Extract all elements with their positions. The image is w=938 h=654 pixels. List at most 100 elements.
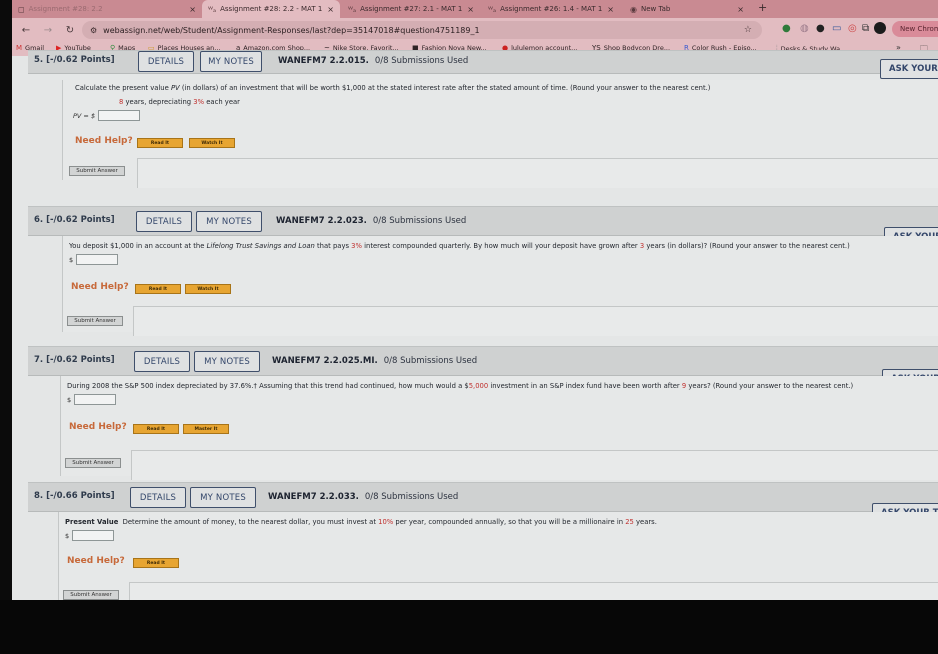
extensions-puzzle-icon[interactable]: ⧉ (862, 23, 869, 34)
submissions-used: 0/8 Submissions Used (364, 492, 459, 502)
forward-button[interactable]: → (40, 25, 56, 36)
question-text: During 2008 the S&P 500 index depreciate… (67, 382, 854, 390)
reload-button[interactable]: ↻ (62, 25, 78, 36)
tab-assignment-28-dim[interactable]: ◻ Assignment #28: 2.2 × (12, 0, 202, 18)
question-code: WANEFM7 2.2.023. 0/8 Submissions Used (276, 216, 467, 226)
details-button[interactable]: DETAILS (130, 487, 186, 508)
question-header: 7. [-/0.62 Points] DETAILS MY NOTES WANE… (28, 346, 938, 389)
question-body: During 2008 the S&P 500 index depreciate… (60, 376, 938, 480)
close-tab-icon[interactable]: × (327, 5, 334, 14)
tab-strip: ◻ Assignment #28: 2.2 × ᵂₐ Assignment #2… (12, 0, 938, 18)
extension-icon[interactable]: ◎ (848, 23, 857, 34)
question-text: You deposit $1,000 in an account at the … (69, 242, 850, 250)
question-body: Calculate the present value PV (in dolla… (62, 80, 938, 188)
question-points: 6. [-/0.62 Points] (34, 215, 115, 225)
grammarly-extension-icon[interactable]: ● (782, 23, 791, 34)
question-points: 5. [-/0.62 Points] (34, 55, 115, 65)
answer-label: PV = $ (73, 111, 96, 120)
back-button[interactable]: ← (18, 25, 34, 36)
details-button[interactable]: DETAILS (136, 211, 192, 232)
submit-answer-button[interactable]: Submit Answer (65, 458, 121, 468)
close-tab-icon[interactable]: × (737, 5, 744, 14)
site-settings-icon[interactable]: ⚙ (90, 26, 97, 35)
tab-label: Assignment #28: 2.2 (28, 5, 103, 13)
my-notes-button[interactable]: MY NOTES (194, 351, 260, 372)
watch-it-button[interactable]: Watch It (185, 284, 231, 294)
growth-answer-input[interactable] (76, 254, 119, 265)
question-code: WANEFM7 2.2.015. 0/8 Submissions Used (278, 56, 469, 66)
close-tab-icon[interactable]: × (467, 5, 474, 14)
my-notes-button[interactable]: MY NOTES (200, 51, 262, 72)
question-header: 5. [-/0.62 Points] DETAILS MY NOTES WANE… (28, 50, 938, 79)
close-tab-icon[interactable]: × (189, 5, 196, 14)
answer-row: $ (69, 254, 119, 265)
toolbar: ← → ↻ ⚙ webassign.net/web/Student/Assign… (12, 18, 938, 42)
watch-it-button[interactable]: Watch It (189, 138, 235, 148)
submit-answer-button[interactable]: Submit Answer (63, 590, 119, 600)
answer-row: $ (65, 530, 115, 541)
dollar-sign: $ (67, 395, 72, 404)
question-header: 8. [-/0.66 Points] DETAILS MY NOTES WANE… (28, 482, 938, 523)
read-it-button[interactable]: Read It (133, 558, 179, 568)
monitor-bezel-left (0, 0, 12, 654)
my-notes-button[interactable]: MY NOTES (190, 487, 256, 508)
tab-assignment-26[interactable]: ᵂₐ Assignment #26: 1.4 - MAT 1 × (482, 0, 620, 18)
submission-area (133, 306, 938, 336)
address-bar[interactable]: ⚙ webassign.net/web/Student/Assignment-R… (82, 21, 762, 39)
read-it-button[interactable]: Read It (133, 424, 179, 434)
bookmark-star-icon[interactable]: ☆ (744, 25, 752, 35)
submission-area (131, 450, 938, 480)
submission-area (137, 158, 938, 188)
question-text: Calculate the present value PV (in dolla… (75, 84, 711, 92)
answer-row: PV = $ (73, 110, 141, 121)
details-button[interactable]: DETAILS (138, 51, 194, 72)
question-points: 8. [-/0.66 Points] (34, 491, 115, 501)
webassign-icon: ᵂₐ (488, 4, 497, 14)
assignment-content: 5. [-/0.62 Points] DETAILS MY NOTES WANE… (12, 50, 938, 600)
details-button[interactable]: DETAILS (134, 351, 190, 372)
extension-icon[interactable]: ● (816, 23, 825, 34)
new-tab-button[interactable]: + (758, 1, 767, 14)
tab-assignment-28[interactable]: ᵂₐ Assignment #28: 2.2 - MAT 1 × (202, 0, 340, 18)
webassign-icon: ◻ (18, 4, 25, 14)
url-text[interactable]: webassign.net/web/Student/Assignment-Res… (103, 26, 479, 35)
present-value-answer-input[interactable] (72, 530, 115, 541)
gmail-icon: M (16, 44, 23, 52)
question-body: Present Value Determine the amount of mo… (58, 512, 938, 600)
tab-label: Assignment #28: 2.2 - MAT 1 (220, 5, 323, 13)
tab-label: New Tab (640, 5, 671, 13)
question-text: Present Value Determine the amount of mo… (65, 518, 657, 526)
answer-row: $ (67, 394, 117, 405)
monitor-bezel-bottom (0, 600, 938, 654)
submissions-used: 0/8 Submissions Used (372, 216, 467, 226)
my-notes-button[interactable]: MY NOTES (196, 211, 262, 232)
new-chrome-available-button[interactable]: New Chrome (892, 21, 938, 37)
dollar-sign: $ (65, 531, 70, 540)
chrome-icon: ◉ (630, 4, 637, 14)
submit-answer-button[interactable]: Submit Answer (67, 316, 123, 326)
pv-answer-input[interactable] (98, 110, 141, 121)
read-it-button[interactable]: Read It (135, 284, 181, 294)
question-subpart: 8 years, depreciating 3% each year (119, 98, 240, 106)
tab-label: Assignment #26: 1.4 - MAT 1 (500, 5, 603, 13)
ask-your-teacher-button[interactable]: ASK YOUR TEACHER (880, 59, 938, 79)
investment-answer-input[interactable] (74, 394, 117, 405)
profile-avatar[interactable] (874, 22, 886, 34)
submissions-used: 0/8 Submissions Used (383, 356, 478, 366)
submissions-used: 0/8 Submissions Used (374, 56, 469, 66)
need-help-label: Need Help? (67, 556, 125, 566)
extension-icon[interactable]: ◍ (800, 23, 809, 34)
tab-assignment-27[interactable]: ᵂₐ Assignment #27: 2.1 - MAT 1 × (342, 0, 480, 18)
calendar-extension-icon[interactable]: ▭ (832, 23, 841, 34)
read-it-button[interactable]: Read It (137, 138, 183, 148)
question-code: WANEFM7 2.2.033. 0/8 Submissions Used (268, 492, 459, 502)
tab-label: Assignment #27: 2.1 - MAT 1 (360, 5, 463, 13)
master-it-button[interactable]: Master It (183, 424, 229, 434)
submit-answer-button[interactable]: Submit Answer (69, 166, 125, 176)
question-code: WANEFM7 2.2.025.MI. 0/8 Submissions Used (272, 356, 478, 366)
close-tab-icon[interactable]: × (607, 5, 614, 14)
submission-area (129, 582, 938, 600)
webassign-icon: ᵂₐ (348, 4, 357, 14)
tab-new-tab[interactable]: ◉ New Tab × (624, 0, 750, 18)
need-help-label: Need Help? (69, 422, 127, 432)
